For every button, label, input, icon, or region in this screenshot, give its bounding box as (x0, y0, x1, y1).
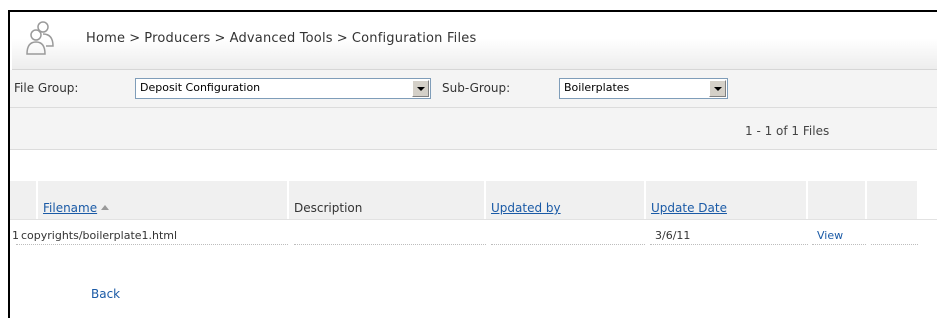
row-description-cell (294, 221, 486, 245)
content-frame: Home > Producers > Advanced Tools > Configurat… (8, 10, 937, 318)
pagination-bar: 1 - 1 of 1 Files (10, 108, 937, 150)
table-header: Filename Description Updated by Update D… (10, 181, 937, 220)
view-link[interactable]: View (817, 229, 843, 242)
page-header: Home > Producers > Advanced Tools > Configurat… (12, 14, 937, 70)
header-description-label: Description (294, 201, 363, 215)
filter-bar: File Group: Deposit Configuration Sub-Gr… (10, 70, 937, 108)
header-filename-link[interactable]: Filename (43, 201, 97, 215)
row-extra-cell (871, 221, 918, 245)
row-update-date-cell: 3/6/11 (650, 221, 808, 245)
chevron-down-icon[interactable] (709, 80, 726, 97)
sub-group-select[interactable]: Boilerplates (559, 78, 728, 99)
header-update-date[interactable]: Update Date (646, 181, 807, 219)
breadcrumb-separator: > (214, 31, 226, 46)
breadcrumb: Home > Producers > Advanced Tools > Configurat… (86, 31, 476, 46)
table-row: 1 copyrights/boilerplate1.html 3/6/11 Vi… (10, 221, 937, 248)
file-group-select[interactable]: Deposit Configuration (135, 78, 431, 99)
file-group-label: File Group: (14, 81, 79, 95)
row-filename: copyrights/boilerplate1.html (21, 229, 178, 242)
header-extra-cell (867, 181, 918, 219)
header-action-cell (808, 181, 866, 219)
header-updated-by[interactable]: Updated by (486, 181, 645, 219)
sub-group-value: Boilerplates (564, 81, 630, 94)
row-update-date: 3/6/11 (655, 229, 691, 242)
sort-ascending-icon (101, 205, 110, 210)
header-description: Description (289, 181, 485, 219)
users-group-icon (26, 21, 54, 55)
file-group-value: Deposit Configuration (140, 81, 261, 94)
back-link[interactable]: Back (91, 287, 120, 301)
breadcrumb-home[interactable]: Home (86, 31, 125, 46)
header-update-date-link[interactable]: Update Date (651, 201, 727, 215)
breadcrumb-producers[interactable]: Producers (144, 31, 210, 46)
breadcrumb-advanced-tools[interactable]: Advanced Tools (230, 31, 333, 46)
pagination-info: 1 - 1 of 1 Files (745, 124, 830, 138)
header-filename[interactable]: Filename (38, 181, 288, 219)
breadcrumb-separator: > (336, 31, 348, 46)
chevron-down-icon[interactable] (412, 80, 429, 97)
header-updated-by-link[interactable]: Updated by (491, 201, 561, 215)
breadcrumb-separator: > (129, 31, 141, 46)
sub-group-label: Sub-Group: (442, 81, 511, 95)
breadcrumb-current-page: Configuration Files (351, 31, 477, 46)
row-filename-cell: copyrights/boilerplate1.html (16, 221, 288, 245)
row-action-cell: View (812, 221, 866, 245)
header-index-cell (10, 181, 37, 219)
row-updated-by-cell (491, 221, 645, 245)
